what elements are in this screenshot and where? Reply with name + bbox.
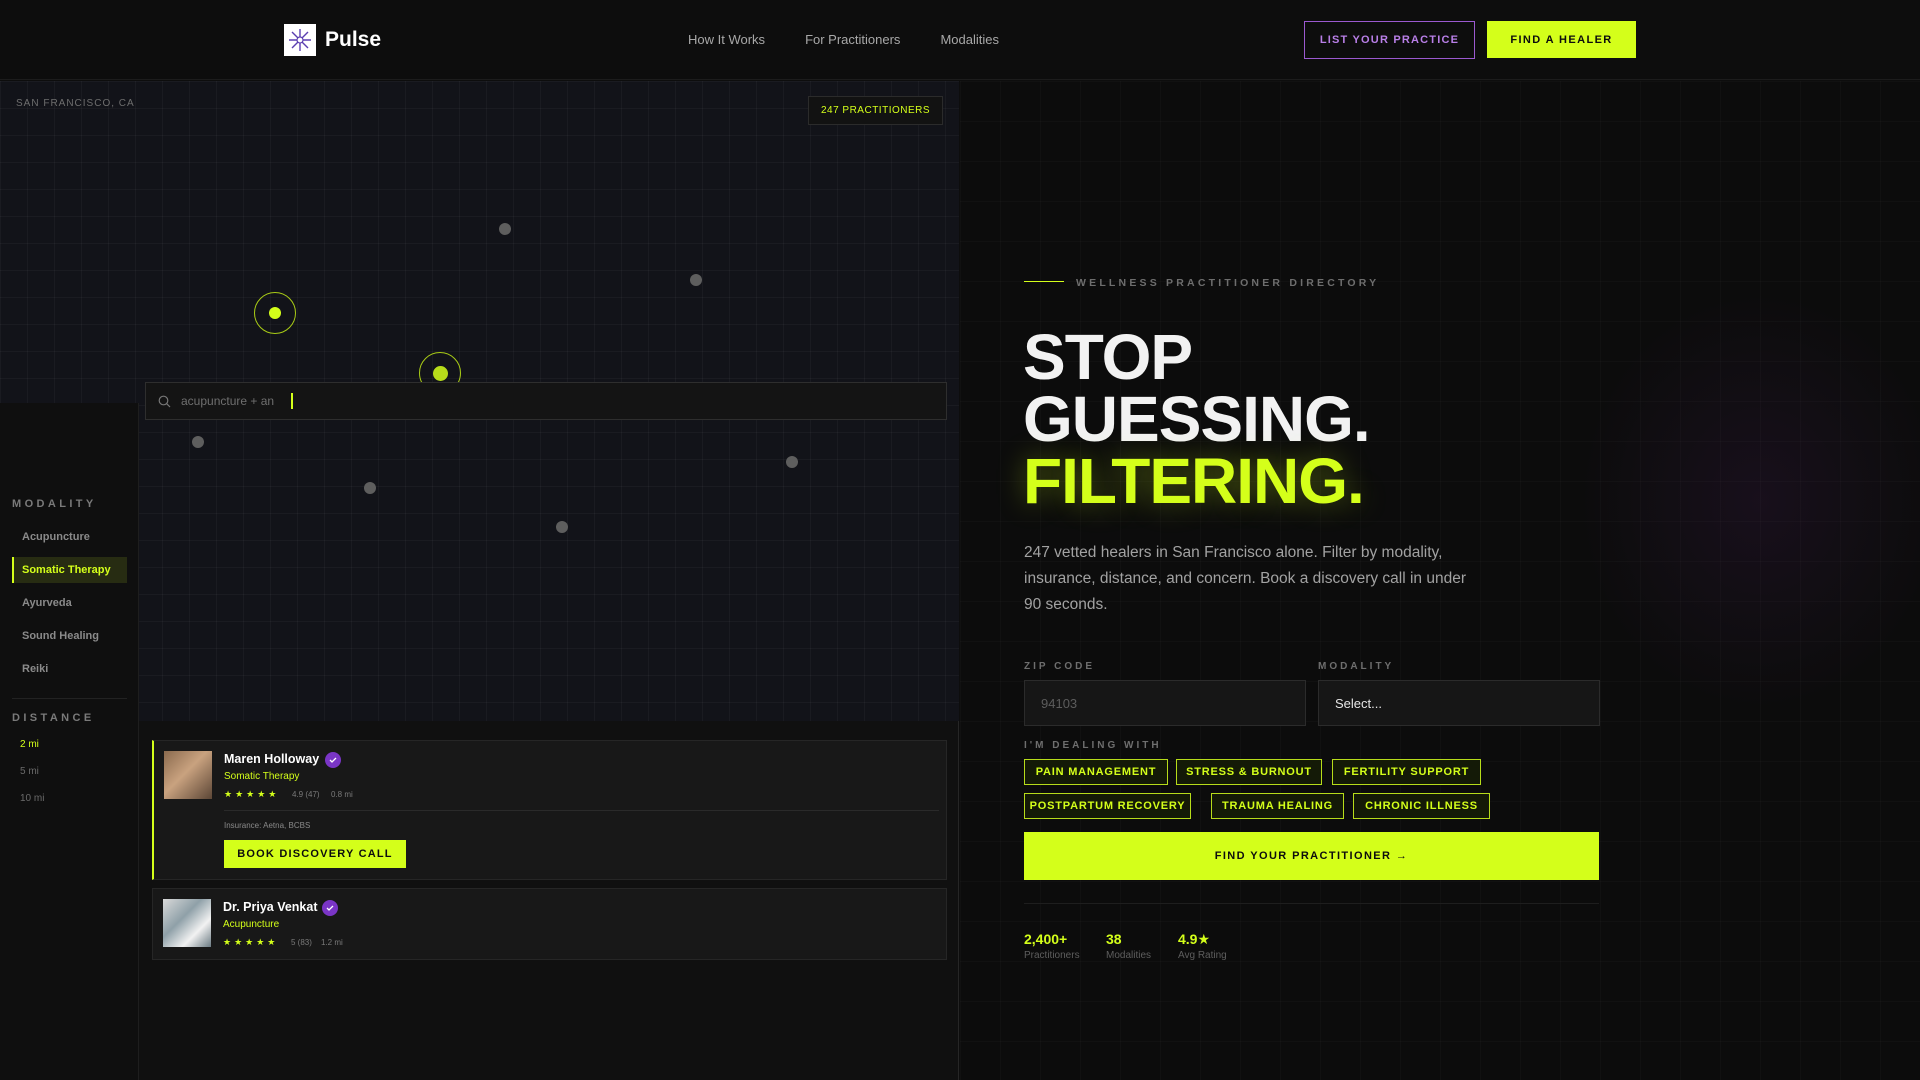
concern-label: I'M DEALING WITH: [1024, 740, 1162, 751]
practitioner-distance: 1.2 mi: [321, 938, 343, 947]
practitioner-modality: Acupuncture: [223, 919, 280, 930]
modality-select-label: MODALITY: [1318, 661, 1395, 672]
filter-item-reiki[interactable]: Reiki: [12, 656, 127, 682]
practitioner-modality: Somatic Therapy: [224, 771, 300, 782]
concern-chip-postpartum-recovery[interactable]: POSTPARTUM RECOVERY: [1024, 793, 1191, 819]
stat-rating-value: 4.9★: [1178, 931, 1211, 947]
concern-chip-trauma-healing[interactable]: TRAUMA HEALING: [1211, 793, 1344, 819]
practitioner-count-badge: 247 PRACTITIONERS: [808, 96, 943, 125]
stat-practitioners-label: Practitioners: [1024, 950, 1080, 961]
hero-headline-line-1: STOP: [1023, 321, 1193, 393]
modality-filter-heading: MODALITY: [12, 498, 97, 510]
pulse-logo-icon: [284, 24, 316, 56]
brand[interactable]: Pulse: [284, 24, 381, 56]
map-pin[interactable]: [556, 521, 568, 533]
text-caret: [291, 393, 293, 409]
distance-option-10mi[interactable]: 10 mi: [20, 793, 44, 804]
practitioner-avatar: [164, 751, 212, 799]
map-pin[interactable]: [499, 223, 511, 235]
stat-practitioners-value: 2,400+: [1024, 931, 1068, 947]
find-your-practitioner-button[interactable]: FIND YOUR PRACTITIONER →: [1024, 832, 1599, 880]
rating-count: 4.9 (47): [292, 790, 320, 799]
star-rating-icon: ★★★★★: [223, 937, 279, 947]
distance-option-2mi[interactable]: 2 mi: [20, 739, 39, 750]
eyebrow-line: [1024, 281, 1064, 282]
zip-code-label: ZIP CODE: [1024, 661, 1096, 672]
map-pin[interactable]: [364, 482, 376, 494]
filter-item-ayurveda[interactable]: Ayurveda: [12, 590, 127, 616]
filter-item-acupuncture[interactable]: Acupuncture: [12, 524, 127, 550]
nav-link-how-it-works[interactable]: How It Works: [688, 32, 765, 47]
verified-badge-icon: [322, 900, 338, 916]
top-nav: Pulse How It Works For Practitioners Mod…: [0, 0, 1920, 80]
directory-preview-panel: SAN FRANCISCO, CA 247 PRACTITIONERS MODA…: [0, 81, 959, 1080]
star-rating-icon: ★★★★★: [224, 789, 280, 799]
find-a-healer-button[interactable]: FIND A HEALER: [1487, 21, 1636, 58]
nav-link-modalities[interactable]: Modalities: [940, 32, 999, 47]
distance-option-5mi[interactable]: 5 mi: [20, 766, 39, 777]
map-pin[interactable]: [192, 436, 204, 448]
rating-count: 5 (83): [291, 938, 312, 947]
concern-chip-fertility-support[interactable]: FERTILITY SUPPORT: [1332, 759, 1481, 785]
book-discovery-call-button[interactable]: BOOK DISCOVERY CALL: [224, 840, 406, 868]
map-search-input[interactable]: [181, 394, 291, 408]
stat-modalities-label: Modalities: [1106, 950, 1152, 961]
filter-item-somatic-therapy[interactable]: Somatic Therapy: [12, 557, 127, 583]
filter-sidebar: MODALITY Acupuncture Somatic Therapy Ayu…: [0, 403, 139, 1080]
brand-name: Pulse: [325, 28, 382, 51]
modality-select[interactable]: Select...: [1318, 680, 1600, 726]
filter-item-sound-healing[interactable]: Sound Healing: [12, 623, 127, 649]
practitioner-card[interactable]: Maren Holloway Somatic Therapy ★★★★★ 4.9…: [152, 740, 947, 880]
stat-rating-label: Avg Rating: [1178, 950, 1227, 961]
hero-section: WELLNESS PRACTITIONER DIRECTORY STOP GUE…: [960, 81, 1920, 1080]
hero-headline-line-3: FILTERING.: [1023, 445, 1365, 517]
practitioner-name: Dr. Priya Venkat: [223, 900, 318, 914]
hero-eyebrow: WELLNESS PRACTITIONER DIRECTORY: [1076, 277, 1380, 289]
stat-modalities-value: 38: [1106, 931, 1122, 947]
insurance-info: Insurance: Aetna, BCBS: [224, 821, 311, 830]
concern-chip-pain-management[interactable]: PAIN MANAGEMENT: [1024, 759, 1168, 785]
map-pin-active[interactable]: [254, 292, 296, 334]
practitioner-avatar: [163, 899, 211, 947]
practitioner-distance: 0.8 mi: [331, 790, 353, 799]
map-pin[interactable]: [690, 274, 702, 286]
concern-chip-stress-burnout[interactable]: STRESS & BURNOUT: [1176, 759, 1322, 785]
practitioner-map[interactable]: SAN FRANCISCO, CA 247 PRACTITIONERS: [0, 81, 959, 721]
map-pin[interactable]: [786, 456, 798, 468]
filter-divider: [12, 698, 127, 699]
map-city-label: SAN FRANCISCO, CA: [16, 98, 135, 109]
hero-description: 247 vetted healers in San Francisco alon…: [1024, 544, 1466, 613]
practitioner-name: Maren Holloway: [224, 752, 320, 766]
verified-badge-icon: [325, 752, 341, 768]
concern-chip-chronic-illness[interactable]: CHRONIC ILLNESS: [1353, 793, 1490, 819]
list-your-practice-button[interactable]: LIST YOUR PRACTICE: [1304, 21, 1475, 59]
card-divider: [224, 810, 939, 811]
zip-code-input[interactable]: [1024, 680, 1306, 726]
stats-divider: [1024, 903, 1599, 904]
distance-filter-heading: DISTANCE: [12, 712, 95, 724]
search-icon: [158, 395, 171, 407]
nav-links: How It Works For Practitioners Modalitie…: [688, 32, 999, 47]
nav-link-for-practitioners[interactable]: For Practitioners: [805, 32, 900, 47]
practitioner-card[interactable]: Dr. Priya Venkat Acupuncture ★★★★★ 5 (83…: [152, 888, 947, 960]
map-search-bar[interactable]: [145, 382, 947, 420]
hero-headline-line-2: GUESSING.: [1023, 383, 1371, 455]
